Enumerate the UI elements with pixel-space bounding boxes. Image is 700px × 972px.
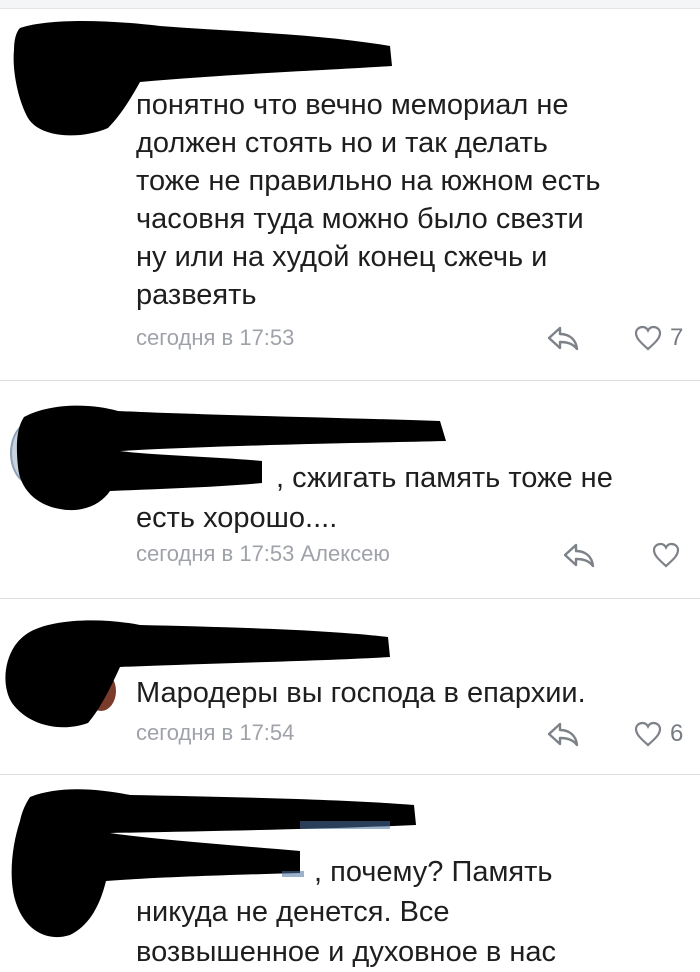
like-count: 6 — [670, 720, 684, 747]
comment-item: понятно что вечно мемориал не должен сто… — [0, 0, 700, 380]
heart-icon[interactable] — [652, 542, 680, 568]
reply-icon[interactable] — [562, 542, 596, 568]
like-count: 7 — [670, 324, 684, 351]
comment-item: , почему? Память никуда не денется. Все … — [0, 775, 700, 972]
comment-text-line: есть хорошо.... — [136, 502, 338, 534]
comment-text-suffix: , сжигать память тоже не — [276, 462, 613, 494]
heart-icon[interactable] — [634, 325, 662, 351]
comment-timestamp: сегодня в 17:53 — [136, 325, 295, 350]
comment-item: Мародеры вы господа в епархии. сегодня в… — [0, 599, 700, 774]
comment-timestamp: сегодня в 17:54 — [136, 720, 295, 745]
reply-icon[interactable] — [546, 325, 580, 351]
comment-text-line: возвышенное и духовное в нас — [136, 936, 556, 968]
reply-icon[interactable] — [546, 721, 580, 747]
comment-item: , сжигать память тоже не есть хорошо....… — [0, 381, 700, 598]
comment-timestamp: сегодня в 17:53 Алексею — [136, 541, 390, 566]
comment-text-line: никуда не денется. Все — [136, 896, 450, 928]
comment-text: Мародеры вы господа в епархии. — [136, 677, 586, 709]
heart-icon[interactable] — [634, 721, 662, 747]
comment-text: понятно что вечно мемориал не должен сто… — [136, 89, 601, 311]
comment-text-suffix: , почему? Память — [314, 856, 553, 888]
